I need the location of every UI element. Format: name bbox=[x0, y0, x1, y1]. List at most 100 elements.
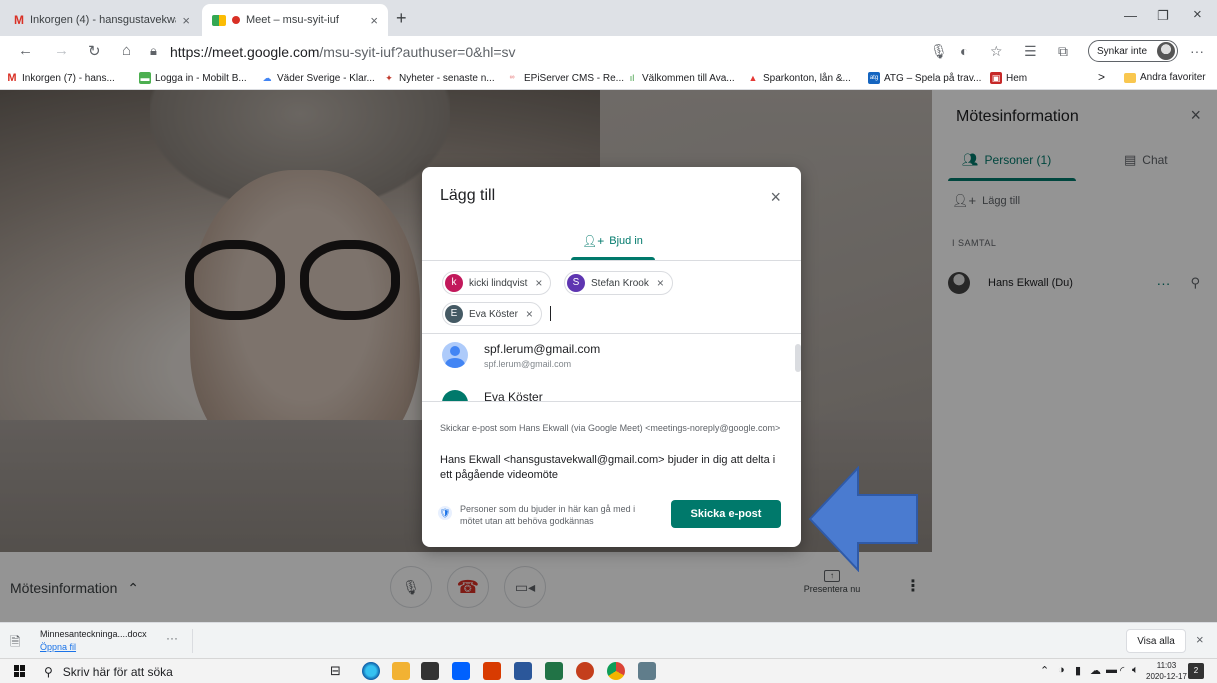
bookmark-label: Nyheter - senaste n... bbox=[399, 72, 495, 84]
sender-info: Skickar e-post som Hans Ekwall (via Goog… bbox=[440, 423, 781, 433]
maximize-button[interactable]: ❐ bbox=[1157, 8, 1169, 24]
tab-invite-label: Bjud in bbox=[609, 235, 643, 247]
home-bookmark-icon: ▣ bbox=[990, 72, 1002, 84]
mic-permission-icon[interactable]: 🎙︎ bbox=[930, 43, 948, 60]
task-view-icon[interactable]: ⊟ bbox=[330, 663, 341, 679]
bookmarks-bar: M Inkorgen (7) - hans... ▬ Logga in - Mobi… bbox=[0, 66, 1217, 90]
reload-icon[interactable]: ↻ bbox=[88, 42, 101, 60]
sync-button[interactable]: Synkar inte bbox=[1088, 40, 1178, 62]
bookmark-item[interactable]: ∞ EPiServer CMS - Re... bbox=[504, 72, 625, 84]
tab-gmail[interactable]: M Inkorgen (4) - hansgustavekwall@ × bbox=[4, 4, 200, 36]
clock-time: 11:03 bbox=[1156, 661, 1177, 670]
home-icon[interactable]: ⌂ bbox=[122, 42, 131, 59]
wifi-icon[interactable]: ◜ bbox=[1120, 664, 1124, 677]
scrollbar-thumb[interactable] bbox=[795, 344, 801, 372]
divider bbox=[422, 401, 801, 402]
tab-close-button[interactable]: × bbox=[182, 13, 190, 28]
word-icon[interactable] bbox=[514, 662, 532, 680]
battery-icon[interactable]: ▮ bbox=[1075, 664, 1081, 677]
chip-name: kicki lindqvist bbox=[469, 277, 528, 289]
minimize-button[interactable]: — bbox=[1124, 8, 1137, 23]
office-icon[interactable] bbox=[483, 662, 501, 680]
taskbar-search-placeholder: Skriv här för att söka bbox=[62, 664, 173, 679]
bookmark-label: EPiServer CMS - Re... bbox=[524, 72, 625, 84]
windows-taskbar: ⚲ Skriv här för att söka ⊟ ⌃ ◑ ▮ ☁ ▬ ◜ 🔈… bbox=[0, 658, 1217, 683]
bookmark-label: Inkorgen (7) - hans... bbox=[22, 72, 115, 84]
onedrive-icon[interactable]: ☁ bbox=[1090, 664, 1101, 677]
dialog-close-button[interactable]: × bbox=[770, 187, 781, 208]
new-tab-button[interactable]: + bbox=[396, 8, 407, 29]
window-close-button[interactable]: × bbox=[1193, 6, 1202, 23]
volume-icon[interactable]: 🔈︎ bbox=[1132, 664, 1139, 677]
bookmark-item[interactable]: ▲ Sparkonton, lån &... bbox=[747, 72, 851, 84]
tab-close-button[interactable]: × bbox=[370, 13, 378, 28]
bookmarks-overflow-button[interactable]: > bbox=[1098, 70, 1105, 84]
bookmark-label: Logga in - Mobilt B... bbox=[155, 72, 247, 84]
network-icon[interactable]: ▬ bbox=[1106, 664, 1117, 676]
defender-icon[interactable]: ◑ bbox=[1058, 664, 1065, 676]
lock-icon[interactable]: 🔒︎ bbox=[150, 43, 157, 59]
bookmark-label: Andra favoriter bbox=[1140, 72, 1206, 83]
recipient-chip[interactable]: S Stefan Krook × bbox=[564, 271, 673, 295]
bookmark-item[interactable]: ☁ Väder Sverige - Klar... bbox=[261, 72, 375, 84]
bookmark-item[interactable]: M Inkorgen (7) - hans... bbox=[6, 72, 115, 84]
dropbox-icon[interactable] bbox=[452, 662, 470, 680]
download-bar-close-button[interactable]: × bbox=[1196, 632, 1204, 647]
browser-menu-button[interactable]: ··· bbox=[1190, 43, 1204, 59]
bookmark-item[interactable]: ▣ Hem bbox=[990, 72, 1027, 84]
tab-invite[interactable]: 👤︎+ Bjud in bbox=[582, 234, 643, 248]
download-more-button[interactable]: ··· bbox=[166, 631, 178, 645]
invite-message: Hans Ekwall <hansgustavekwall@gmail.com>… bbox=[440, 454, 776, 481]
meet-icon bbox=[212, 14, 226, 26]
show-all-downloads-button[interactable]: Visa alla bbox=[1126, 629, 1186, 653]
avatar bbox=[442, 390, 468, 401]
back-icon[interactable]: ← bbox=[18, 42, 33, 59]
show-hidden-icons[interactable]: ⌃ bbox=[1040, 664, 1049, 677]
windows-start-icon[interactable] bbox=[14, 665, 26, 677]
chrome-icon[interactable] bbox=[607, 662, 625, 680]
suggestion-list[interactable]: spf.lerum@gmail.com spf.lerum@gmail.com … bbox=[422, 334, 801, 401]
recipient-chip[interactable]: E Eva Köster × bbox=[442, 302, 542, 326]
file-explorer-icon[interactable] bbox=[392, 662, 410, 680]
chip-name: Stefan Krook bbox=[591, 277, 649, 289]
forward-icon[interactable]: → bbox=[54, 42, 69, 59]
favorite-star-icon[interactable]: ☆ bbox=[990, 43, 1003, 60]
excel-icon[interactable] bbox=[545, 662, 563, 680]
shield-icon: 🛡︎ bbox=[438, 506, 452, 520]
bookmark-item[interactable]: ✦ Nyheter - senaste n... bbox=[383, 72, 495, 84]
open-file-link[interactable]: Öppna fil bbox=[40, 642, 76, 652]
bookmark-item[interactable]: atg ATG – Spela på trav... bbox=[868, 72, 981, 84]
bookmark-item[interactable]: ▬ Logga in - Mobilt B... bbox=[139, 72, 247, 84]
edge-icon[interactable] bbox=[362, 662, 380, 680]
powerpoint-icon[interactable] bbox=[576, 662, 594, 680]
document-icon: 🗎︎ bbox=[10, 634, 21, 649]
bookmark-label: Hem bbox=[1006, 72, 1028, 84]
bank-triangle-icon: ▲ bbox=[748, 73, 758, 83]
text-caret[interactable] bbox=[550, 306, 551, 321]
url-field[interactable]: https://meet.google.com/msu-syit-iuf?aut… bbox=[170, 44, 516, 60]
taskbar-search[interactable]: ⚲ Skriv här för att söka bbox=[44, 661, 314, 682]
suggestion-name[interactable]: spf.lerum@gmail.com bbox=[484, 342, 600, 356]
bookmark-label: Välkommen till Ava... bbox=[642, 72, 735, 84]
bookmark-item[interactable]: ıl Välkommen till Ava... bbox=[626, 72, 735, 84]
calculator-icon[interactable] bbox=[638, 662, 656, 680]
download-file-name[interactable]: Minnesanteckninga....docx bbox=[40, 629, 147, 639]
chip-remove-button[interactable]: × bbox=[526, 307, 533, 321]
system-clock[interactable]: 11:03 2020-12-17 bbox=[1146, 660, 1187, 682]
recipient-chip[interactable]: k kicki lindqvist × bbox=[442, 271, 552, 295]
chip-avatar: E bbox=[445, 305, 463, 323]
chip-name: Eva Köster bbox=[469, 308, 518, 320]
dialog-title: Lägg till bbox=[440, 187, 496, 204]
chip-remove-button[interactable]: × bbox=[535, 276, 542, 290]
send-email-button[interactable]: Skicka e-post bbox=[671, 500, 781, 528]
store-icon[interactable] bbox=[421, 662, 439, 680]
other-favorites-folder[interactable]: Andra favoriter bbox=[1124, 72, 1206, 83]
gmail-icon: M bbox=[14, 13, 24, 27]
camera-permission-icon[interactable]: ◐ bbox=[960, 43, 968, 59]
collections-icon[interactable]: ⧉ bbox=[1058, 43, 1068, 60]
suggestion-name[interactable]: Eva Köster bbox=[484, 390, 543, 401]
favorites-icon[interactable]: ☰ bbox=[1024, 43, 1037, 60]
notification-center-icon[interactable]: 2 bbox=[1188, 663, 1204, 679]
tab-meet[interactable]: Meet – msu-syit-iuf × bbox=[202, 4, 388, 36]
chip-remove-button[interactable]: × bbox=[657, 276, 664, 290]
